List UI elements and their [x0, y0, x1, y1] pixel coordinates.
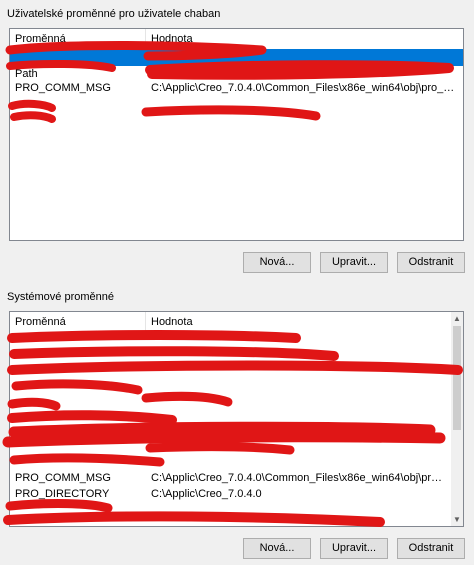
table-row[interactable]: PRO_COMM_MSG C:\Applic\Creo_7.0.4.0\Comm… [10, 470, 451, 487]
table-row[interactable] [10, 503, 451, 520]
row-value: C:\Applic\Creo_7.0.4.0\Common_Files\x86e… [151, 82, 459, 94]
table-row[interactable]: PRO_COMM_MSG C:\Applic\Creo_7.0.4.0\Comm… [10, 80, 463, 97]
user-edit-button[interactable]: Upravit... [320, 252, 388, 273]
system-new-button[interactable]: Nová... [243, 538, 311, 559]
row-name: PRO_DIRECTORY [15, 488, 110, 500]
table-row[interactable] [10, 97, 463, 114]
table-row[interactable] [10, 401, 451, 418]
table-row[interactable] [10, 333, 451, 350]
column-header-name[interactable]: Proměnná [10, 312, 146, 332]
table-row[interactable] [10, 367, 451, 384]
column-header-value[interactable]: Hodnota [146, 312, 451, 332]
table-row[interactable] [10, 418, 451, 435]
user-variables-group-label: Uživatelské proměnné pro uživatele chaba… [7, 8, 221, 20]
column-header-name[interactable]: Proměnná [10, 29, 146, 49]
system-variables-group-label: Systémové proměnné [7, 291, 114, 303]
table-row[interactable] [10, 49, 463, 66]
table-row[interactable] [10, 435, 451, 452]
row-name: PRO_COMM_MSG [15, 82, 111, 94]
scroll-down-arrow-icon[interactable]: ▼ [451, 513, 463, 526]
system-list-scrollbar[interactable]: ▲ ▼ [451, 312, 463, 526]
column-header-value[interactable]: Hodnota [146, 29, 463, 49]
user-variables-list[interactable]: Proměnná Hodnota Path PRO_COMM_MSG C:\Ap… [9, 28, 464, 241]
table-row[interactable] [10, 384, 451, 401]
scrollbar-thumb[interactable] [453, 326, 461, 430]
user-new-button[interactable]: Nová... [243, 252, 311, 273]
system-delete-button[interactable]: Odstranit [397, 538, 465, 559]
system-edit-button[interactable]: Upravit... [320, 538, 388, 559]
row-value: C:\Applic\Creo_7.0.4.0\Common_Files\x86e… [151, 472, 447, 484]
table-row[interactable] [10, 452, 451, 469]
row-name: PRO_COMM_MSG [15, 472, 111, 484]
system-variables-list[interactable]: Proměnná Hodnota PRO_COMM_MSG C:\Applic\… [9, 311, 464, 527]
table-row[interactable]: PRO_DIRECTORY C:\Applic\Creo_7.0.4.0 [10, 486, 451, 503]
user-variables-list-header: Proměnná Hodnota [10, 29, 463, 49]
table-row[interactable] [10, 350, 451, 367]
system-variables-list-header: Proměnná Hodnota [10, 312, 463, 332]
user-delete-button[interactable]: Odstranit [397, 252, 465, 273]
scroll-up-arrow-icon[interactable]: ▲ [451, 312, 463, 325]
row-value: C:\Applic\Creo_7.0.4.0 [151, 488, 262, 500]
